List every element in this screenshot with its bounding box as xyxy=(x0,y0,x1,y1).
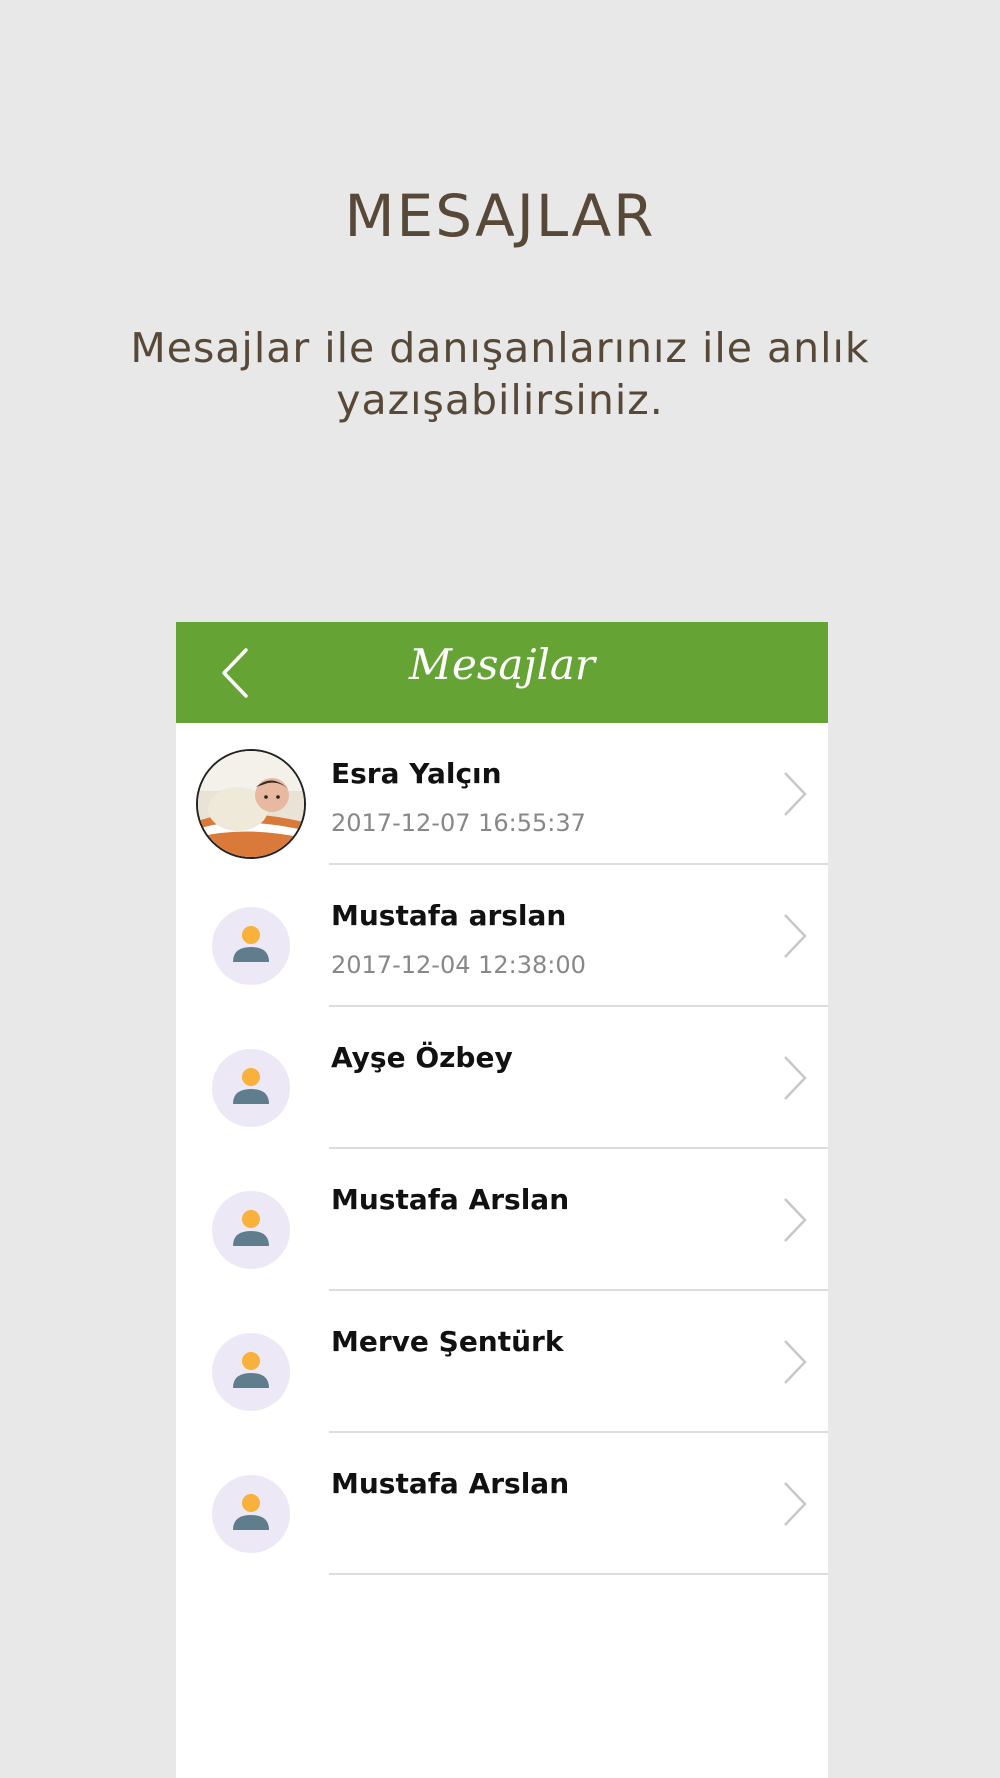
contact-name: Mustafa arslan xyxy=(331,899,567,932)
contact-name: Merve Şentürk xyxy=(331,1325,564,1358)
row-divider xyxy=(329,1573,828,1575)
avatar xyxy=(196,749,306,859)
chevron-right-icon xyxy=(784,1340,807,1384)
conversation-row[interactable]: Mustafa Arslan xyxy=(176,1149,828,1291)
default-user-icon xyxy=(233,1210,269,1246)
conversation-row[interactable]: Ayşe Özbey xyxy=(176,1007,828,1149)
contact-name: Esra Yalçın xyxy=(331,757,502,790)
baby-photo-icon xyxy=(198,751,304,857)
chevron-right-icon xyxy=(784,1056,807,1100)
avatar xyxy=(212,1333,290,1411)
conversation-row[interactable]: Merve Şentürk xyxy=(176,1291,828,1433)
default-user-icon xyxy=(233,1068,269,1104)
chevron-right-icon xyxy=(784,1482,807,1526)
chevron-right-icon xyxy=(784,772,807,816)
chevron-right-icon xyxy=(784,1198,807,1242)
contact-name: Mustafa Arslan xyxy=(331,1183,570,1216)
avatar xyxy=(212,1475,290,1553)
default-user-icon xyxy=(233,926,269,962)
default-user-icon xyxy=(233,1494,269,1530)
header-title: Mesajlar xyxy=(408,640,596,689)
conversation-list: Esra Yalçın 2017-12-07 16:55:37 Mustafa … xyxy=(176,723,828,1575)
avatar xyxy=(212,1049,290,1127)
avatar xyxy=(212,907,290,985)
message-time: 2017-12-07 16:55:37 xyxy=(331,809,586,837)
conversation-row[interactable]: Mustafa arslan 2017-12-04 12:38:00 xyxy=(176,865,828,1007)
message-time: 2017-12-04 12:38:00 xyxy=(331,951,586,979)
avatar xyxy=(212,1191,290,1269)
contact-name: Ayşe Özbey xyxy=(331,1041,513,1074)
conversation-row[interactable]: Mustafa Arslan xyxy=(176,1433,828,1575)
chevron-right-icon xyxy=(784,914,807,958)
promo-subtitle: Mesajlar ile danışanlarınız ile anlık ya… xyxy=(130,324,870,424)
promo-title: MESAJLAR xyxy=(344,182,656,250)
conversation-row[interactable]: Esra Yalçın 2017-12-07 16:55:37 xyxy=(176,723,828,865)
app-header: Mesajlar xyxy=(176,622,828,723)
app-screen: Mesajlar Esra Yalçın 2017-12-07 16:55:37… xyxy=(176,622,828,1778)
default-user-icon xyxy=(233,1352,269,1388)
contact-name: Mustafa Arslan xyxy=(331,1467,570,1500)
